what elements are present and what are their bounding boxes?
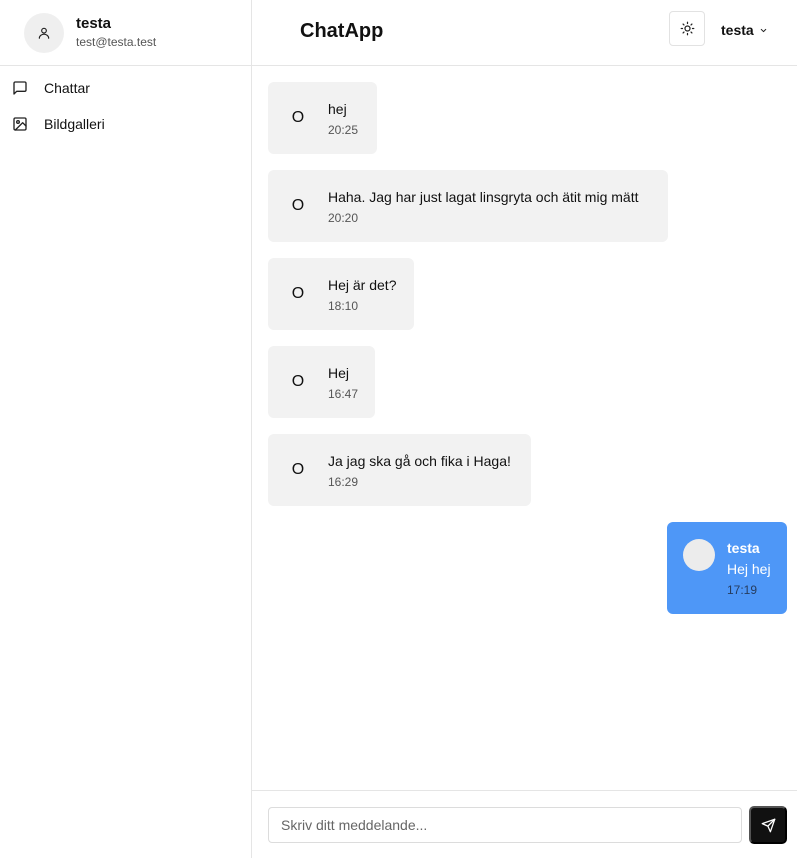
message-bubble: O hej 20:25 bbox=[268, 82, 377, 154]
message-text: hej bbox=[328, 100, 347, 117]
sidebar-item-label: Bildgalleri bbox=[44, 116, 105, 132]
message-bubble: O Hej är det? 18:10 bbox=[268, 258, 414, 330]
sidebar-item-bildgalleri[interactable]: Bildgalleri bbox=[0, 106, 251, 142]
send-icon bbox=[761, 818, 775, 832]
send-button[interactable] bbox=[749, 806, 787, 844]
sidebar-item-label: Chattar bbox=[44, 80, 90, 96]
message-sender: testa bbox=[727, 540, 760, 556]
message-time: 20:25 bbox=[328, 122, 359, 137]
user-icon bbox=[38, 27, 50, 39]
sidebar-nav: Chattar Bildgalleri bbox=[0, 66, 251, 142]
message-time: 17:19 bbox=[727, 583, 758, 597]
sidebar-item-chattar[interactable]: Chattar bbox=[0, 70, 251, 106]
message-bubble: O Haha. Jag har just lagat linsgryta och… bbox=[268, 170, 668, 242]
message-input[interactable] bbox=[268, 807, 742, 843]
sidebar: testa test@testa.test Chattar Bildgaller… bbox=[0, 0, 252, 858]
message-time: 16:47 bbox=[328, 386, 359, 401]
user-menu-button[interactable]: testa bbox=[721, 22, 768, 38]
user-info: testa test@testa.test bbox=[76, 15, 156, 50]
theme-toggle-button[interactable] bbox=[669, 11, 705, 46]
message-text: Hej hej bbox=[727, 561, 771, 577]
user-email: test@testa.test bbox=[76, 35, 157, 49]
message-time: 18:10 bbox=[328, 298, 359, 313]
own-message-bubble: testa Hej hej 17:19 bbox=[667, 522, 787, 614]
avatar bbox=[24, 12, 64, 53]
chat-app: testa test@testa.test Chattar Bildgaller… bbox=[0, 0, 797, 858]
sun-icon bbox=[680, 21, 694, 36]
message-bubble: O Ja jag ska gå och fika i Haga! 16:29 bbox=[268, 434, 531, 506]
message-time: 20:20 bbox=[328, 210, 359, 225]
user-profile-card[interactable]: testa test@testa.test bbox=[0, 0, 251, 66]
sender-avatar: O bbox=[291, 285, 305, 302]
sender-avatar: O bbox=[291, 461, 305, 478]
message-list: O hej 20:25 O Haha. Jag har just lagat l… bbox=[252, 66, 797, 790]
chevron-down-icon bbox=[759, 26, 768, 35]
user-name: testa bbox=[76, 15, 112, 32]
top-header: ChatApp testa bbox=[252, 0, 797, 66]
image-icon bbox=[12, 116, 28, 132]
message-composer bbox=[252, 790, 797, 858]
user-menu-label: testa bbox=[721, 22, 754, 38]
message-text: Ja jag ska gå och fika i Haga! bbox=[328, 452, 511, 469]
sender-avatar: O bbox=[291, 109, 305, 126]
app-title: ChatApp bbox=[300, 20, 384, 42]
avatar bbox=[683, 539, 715, 571]
sender-avatar: O bbox=[291, 197, 305, 214]
sender-avatar: O bbox=[291, 373, 305, 390]
message-text: Haha. Jag har just lagat linsgryta och ä… bbox=[328, 188, 639, 205]
message-bubble: O Hej 16:47 bbox=[268, 346, 375, 418]
message-time: 16:29 bbox=[328, 474, 359, 489]
message-square-icon bbox=[12, 80, 28, 96]
message-text: Hej är det? bbox=[328, 276, 397, 293]
message-text: Hej bbox=[328, 364, 350, 381]
